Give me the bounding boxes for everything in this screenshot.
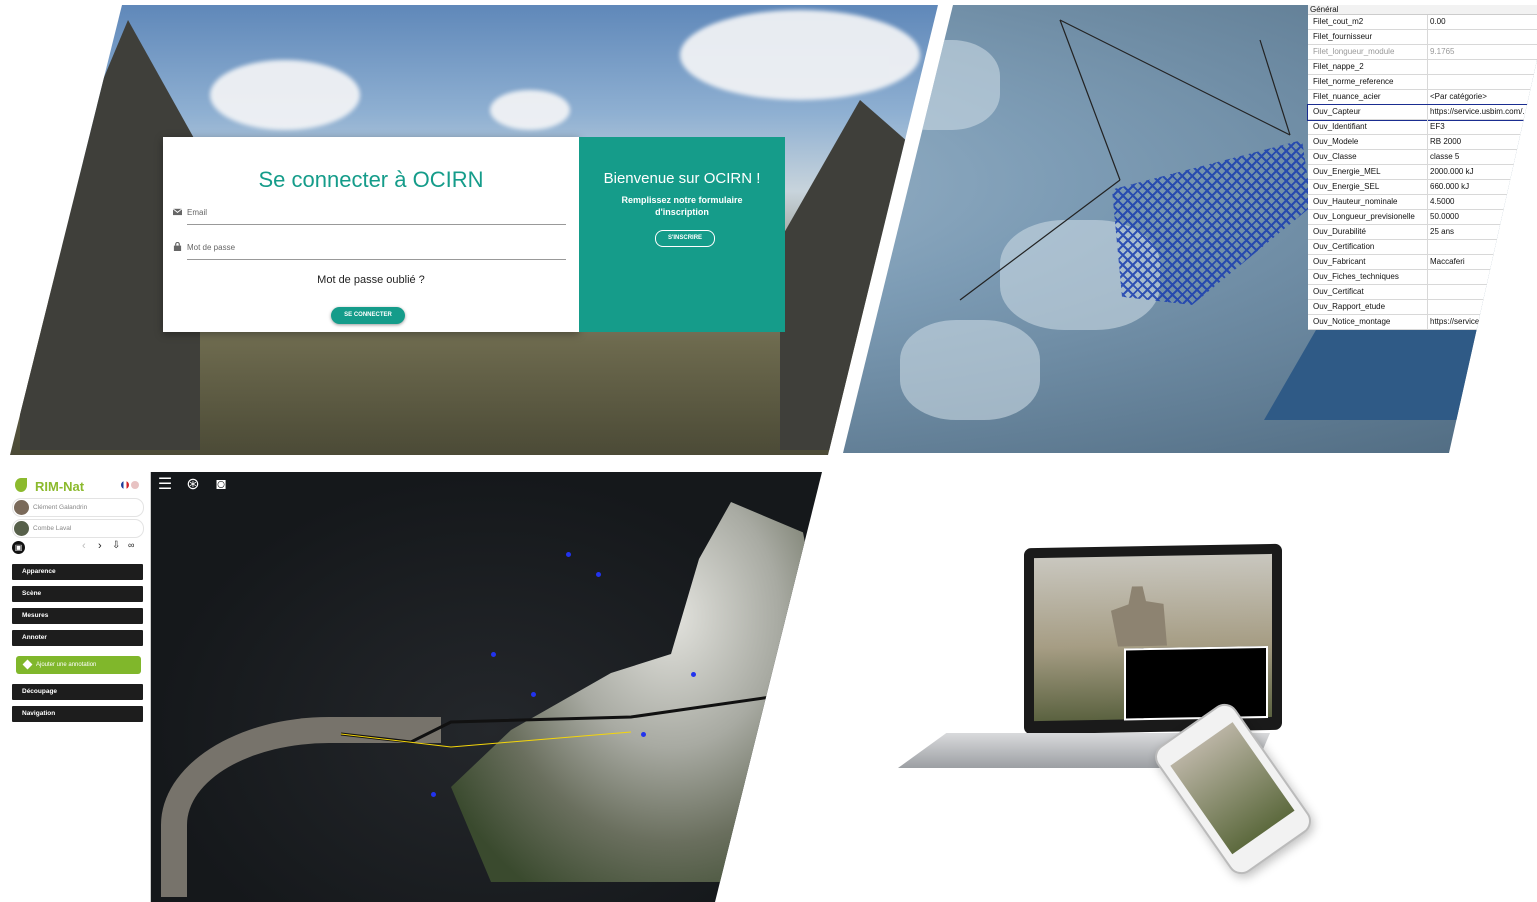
inset-pointcloud (1124, 645, 1268, 721)
devices-panel (0, 0, 1537, 902)
laptop-display (1034, 553, 1272, 722)
phone-screen (1170, 722, 1295, 855)
laptop-screen (1024, 543, 1282, 735)
castle-model (1104, 586, 1174, 647)
